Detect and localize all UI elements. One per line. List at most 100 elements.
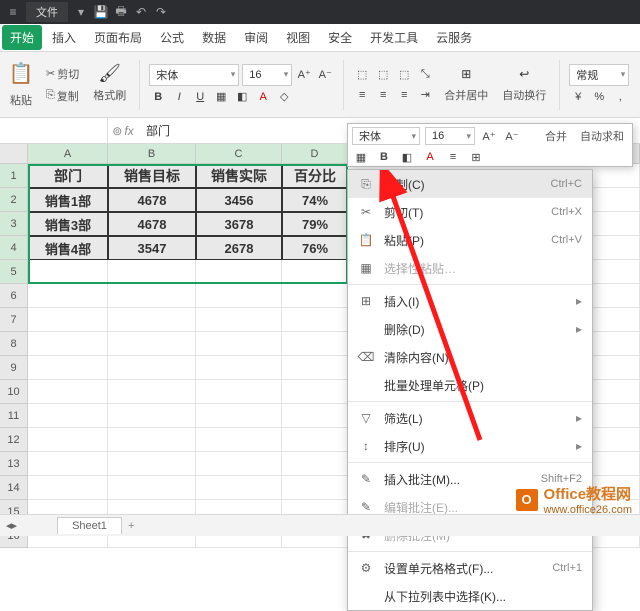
tab-cloud[interactable]: 云服务 bbox=[428, 25, 480, 50]
font-color-button[interactable]: A bbox=[254, 88, 272, 106]
italic-button[interactable]: I bbox=[170, 88, 188, 106]
indent-icon[interactable]: ⇥ bbox=[416, 86, 434, 104]
redo-icon[interactable]: ↷ bbox=[154, 5, 168, 19]
cell[interactable] bbox=[108, 308, 196, 332]
cell[interactable]: 销售1部 bbox=[28, 188, 108, 212]
cell[interactable] bbox=[282, 380, 348, 404]
row-header[interactable]: 7 bbox=[0, 308, 28, 332]
cell[interactable] bbox=[196, 260, 282, 284]
cell[interactable] bbox=[108, 476, 196, 500]
row-header[interactable]: 1 bbox=[0, 164, 28, 188]
tab-insert[interactable]: 插入 bbox=[44, 25, 84, 50]
cell[interactable]: 3678 bbox=[196, 212, 282, 236]
wrap-icon[interactable]: ↩ bbox=[515, 65, 533, 83]
sheet-tab[interactable]: Sheet1 bbox=[57, 517, 122, 534]
cell[interactable] bbox=[196, 284, 282, 308]
paste-button[interactable]: 粘贴 bbox=[6, 90, 36, 110]
cell[interactable] bbox=[196, 308, 282, 332]
mini-increase-font-icon[interactable]: A⁺ bbox=[480, 127, 498, 145]
context-menu-item[interactable]: 📋粘贴(P)Ctrl+V bbox=[348, 226, 592, 254]
context-menu-item[interactable]: ⎘复制(C)Ctrl+C bbox=[348, 170, 592, 198]
cell[interactable] bbox=[108, 428, 196, 452]
row-header[interactable]: 14 bbox=[0, 476, 28, 500]
font-size-select[interactable]: 16 bbox=[242, 64, 292, 86]
context-menu-item[interactable]: 删除(D)▸ bbox=[348, 315, 592, 343]
mini-autosum-button[interactable]: 自动求和 bbox=[576, 126, 628, 146]
name-box[interactable] bbox=[0, 118, 108, 143]
row-header[interactable]: 9 bbox=[0, 356, 28, 380]
tab-devtools[interactable]: 开发工具 bbox=[362, 25, 426, 50]
cell[interactable] bbox=[28, 332, 108, 356]
cell[interactable] bbox=[282, 260, 348, 284]
context-menu-item[interactable]: ⊞插入(I)▸ bbox=[348, 287, 592, 315]
print-icon[interactable]: 🖶 bbox=[114, 5, 128, 19]
cell[interactable] bbox=[196, 356, 282, 380]
mini-format-icon[interactable]: ⊞ bbox=[467, 148, 485, 166]
cell[interactable]: 79% bbox=[282, 212, 348, 236]
font-family-select[interactable]: 宋体 bbox=[149, 64, 239, 86]
cell[interactable] bbox=[28, 428, 108, 452]
tab-home[interactable]: 开始 bbox=[2, 25, 42, 50]
cell[interactable] bbox=[282, 308, 348, 332]
mini-border-icon[interactable]: ▦ bbox=[352, 148, 370, 166]
formula-input[interactable]: 部门 bbox=[138, 122, 178, 139]
cell[interactable] bbox=[282, 332, 348, 356]
underline-button[interactable]: U bbox=[191, 88, 209, 106]
cell[interactable] bbox=[196, 404, 282, 428]
cell[interactable]: 销售目标 bbox=[108, 164, 196, 188]
cell[interactable] bbox=[28, 260, 108, 284]
cell[interactable] bbox=[196, 452, 282, 476]
fill-color-button[interactable]: ◧ bbox=[233, 88, 251, 106]
undo-icon[interactable]: ↶ bbox=[134, 5, 148, 19]
cell[interactable] bbox=[282, 284, 348, 308]
cell[interactable] bbox=[108, 452, 196, 476]
mini-merge-button[interactable]: 合并 bbox=[541, 126, 571, 146]
mini-font-select[interactable]: 宋体 bbox=[352, 127, 420, 145]
decrease-font-icon[interactable]: A⁻ bbox=[316, 66, 334, 84]
context-menu-item[interactable]: ⚙设置单元格格式(F)...Ctrl+1 bbox=[348, 554, 592, 582]
cell[interactable] bbox=[282, 404, 348, 428]
cell[interactable] bbox=[28, 284, 108, 308]
tab-data[interactable]: 数据 bbox=[194, 25, 234, 50]
wrap-button[interactable]: 自动换行 bbox=[498, 85, 550, 105]
context-menu-item[interactable]: 从下拉列表中选择(K)... bbox=[348, 582, 592, 610]
row-header[interactable]: 11 bbox=[0, 404, 28, 428]
tab-formulas[interactable]: 公式 bbox=[152, 25, 192, 50]
mini-decrease-font-icon[interactable]: A⁻ bbox=[503, 127, 521, 145]
row-header[interactable]: 2 bbox=[0, 188, 28, 212]
mini-bold-icon[interactable]: B bbox=[375, 148, 393, 166]
row-header[interactable]: 4 bbox=[0, 236, 28, 260]
cell[interactable]: 百分比 bbox=[282, 164, 348, 188]
cell[interactable] bbox=[282, 428, 348, 452]
cell[interactable]: 76% bbox=[282, 236, 348, 260]
row-header[interactable]: 6 bbox=[0, 284, 28, 308]
format-painter-icon[interactable]: 🖌 bbox=[101, 65, 119, 83]
align-right-icon[interactable]: ≡ bbox=[395, 86, 413, 104]
format-painter-button[interactable]: 格式刷 bbox=[89, 85, 130, 105]
tab-security[interactable]: 安全 bbox=[320, 25, 360, 50]
cell[interactable]: 3547 bbox=[108, 236, 196, 260]
mini-size-select[interactable]: 16 bbox=[425, 127, 475, 145]
comma-icon[interactable]: , bbox=[611, 88, 629, 106]
tab-review[interactable]: 审阅 bbox=[236, 25, 276, 50]
context-menu-item[interactable]: 批量处理单元格(P) bbox=[348, 371, 592, 399]
col-header[interactable]: A bbox=[28, 144, 108, 164]
cell[interactable] bbox=[108, 404, 196, 428]
cell[interactable] bbox=[28, 452, 108, 476]
fx-icon[interactable]: ⊚ fx bbox=[108, 124, 138, 138]
align-left-icon[interactable]: ≡ bbox=[353, 86, 371, 104]
cell[interactable] bbox=[108, 260, 196, 284]
cell[interactable] bbox=[282, 356, 348, 380]
row-header[interactable]: 3 bbox=[0, 212, 28, 236]
number-format-select[interactable]: 常规 bbox=[569, 64, 629, 86]
cell[interactable] bbox=[196, 380, 282, 404]
merge-button[interactable]: 合并居中 bbox=[440, 85, 492, 105]
save-icon[interactable]: 💾 bbox=[94, 5, 108, 19]
context-menu-item[interactable]: ⌫清除内容(N) bbox=[348, 343, 592, 371]
orientation-icon[interactable]: ⤡ bbox=[416, 66, 434, 84]
app-menu-icon[interactable]: ≡ bbox=[6, 5, 20, 19]
cut-button[interactable]: ✂剪切 bbox=[42, 64, 83, 84]
cell[interactable]: 4678 bbox=[108, 188, 196, 212]
col-header[interactable]: C bbox=[196, 144, 282, 164]
currency-icon[interactable]: ¥ bbox=[569, 88, 587, 106]
